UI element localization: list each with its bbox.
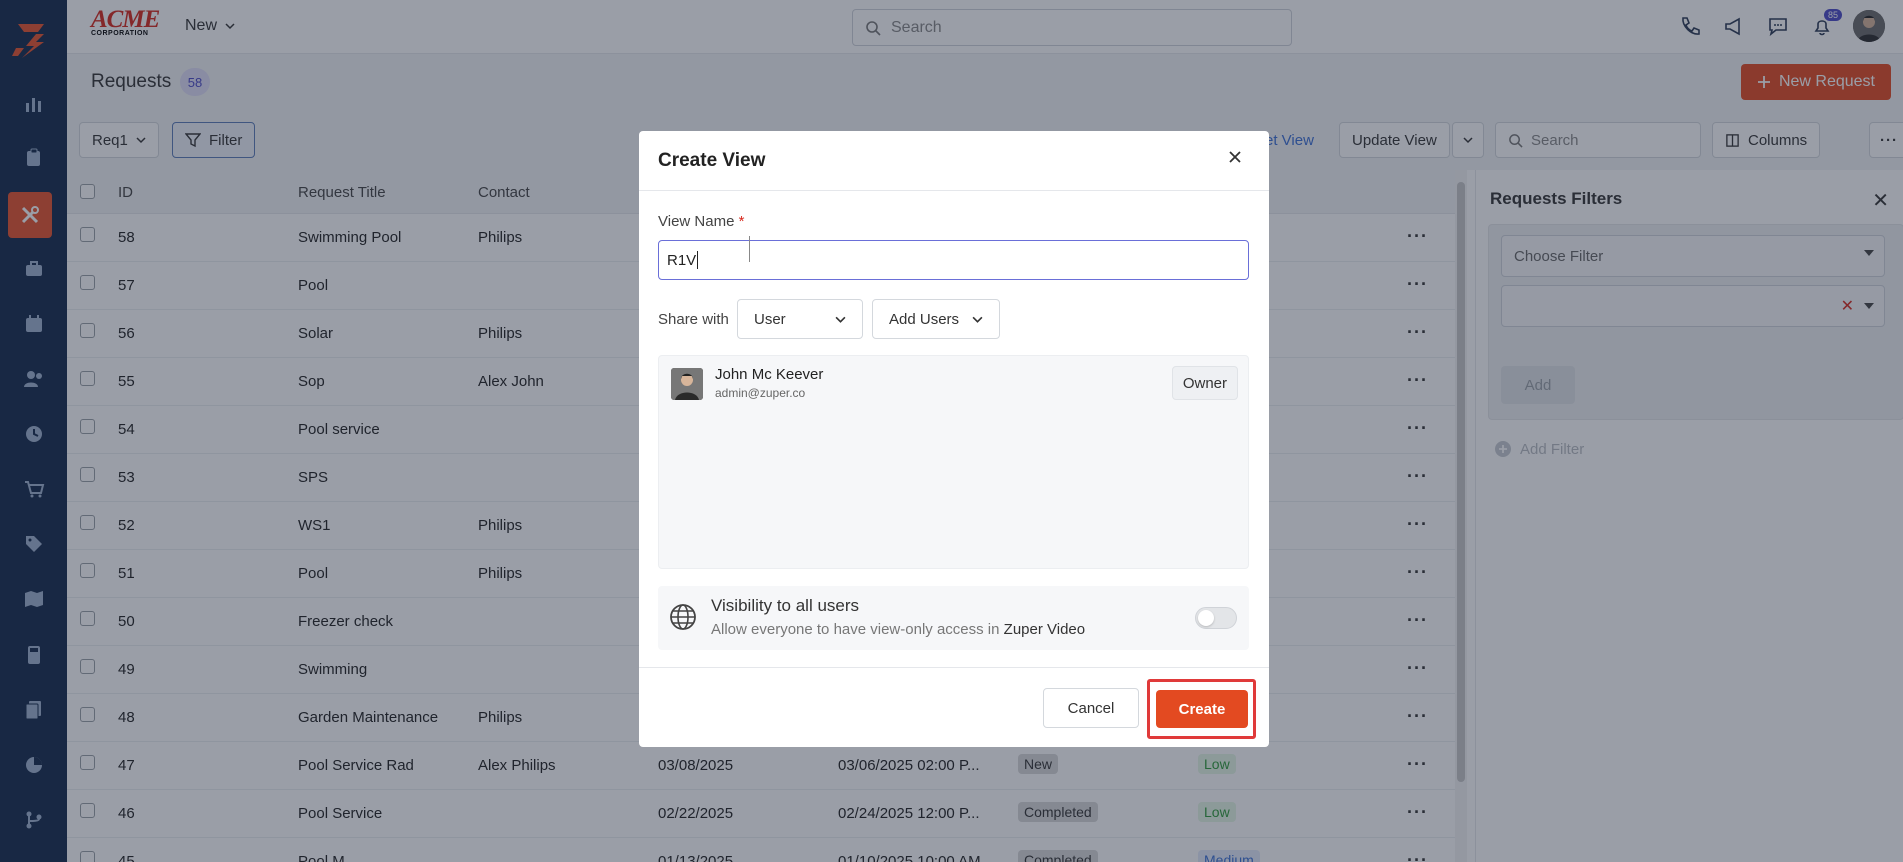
visibility-description: Allow everyone to have view-only access …	[711, 621, 1086, 638]
share-with-label: Share with	[658, 311, 729, 328]
toggle-knob	[1198, 610, 1214, 626]
view-name-label: View Name *	[658, 213, 745, 230]
text-cursor	[749, 236, 750, 262]
visibility-toggle[interactable]	[1195, 607, 1237, 629]
chevron-down-icon	[835, 316, 846, 323]
view-name-input[interactable]: R1V	[658, 240, 1249, 280]
modal-title: Create View	[658, 150, 766, 171]
create-button-highlight: Create	[1147, 679, 1256, 739]
create-view-modal: Create View View Name * R1V Share with U…	[639, 131, 1269, 747]
required-mark: *	[738, 213, 745, 230]
modal-footer-divider	[639, 667, 1269, 668]
text-caret	[697, 251, 699, 269]
user-name: John Mc Keever	[715, 366, 824, 383]
owner-badge: Owner	[1171, 366, 1238, 400]
visibility-title: Visibility to all users	[711, 596, 860, 615]
close-icon[interactable]	[1227, 149, 1243, 169]
add-users-select[interactable]: Add Users	[872, 299, 1000, 339]
user-email: admin@zuper.co	[715, 386, 806, 400]
modal-header: Create View	[639, 131, 1269, 191]
cancel-button[interactable]: Cancel	[1043, 688, 1139, 728]
globe-icon	[670, 604, 696, 630]
user-avatar	[671, 368, 703, 400]
shared-users-list: John Mc Keever admin@zuper.co Owner	[658, 355, 1249, 569]
create-button[interactable]: Create	[1156, 690, 1248, 728]
share-with-select[interactable]: User	[737, 299, 863, 339]
chevron-down-icon	[972, 316, 983, 323]
visibility-section: Visibility to all users Allow everyone t…	[658, 586, 1249, 650]
